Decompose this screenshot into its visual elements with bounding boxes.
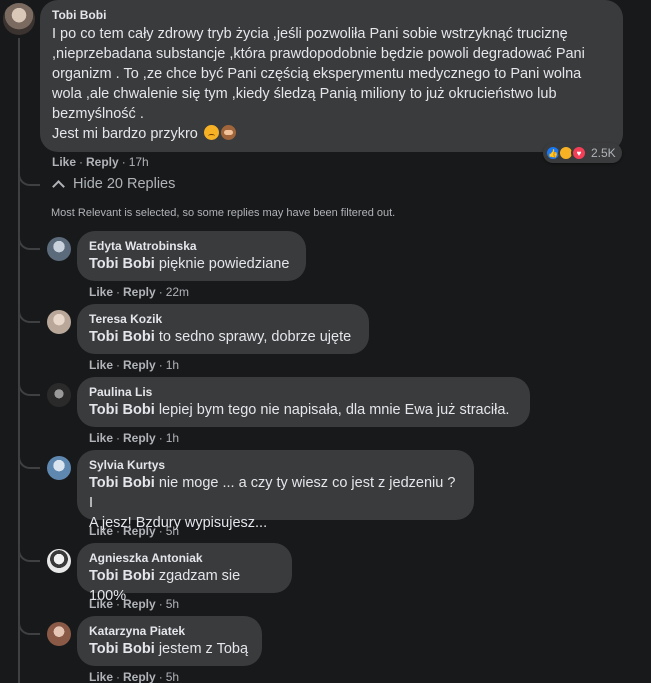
avatar[interactable]	[47, 237, 71, 261]
chevron-up-icon	[52, 180, 65, 193]
reply-actions: Like · Reply · 5h	[89, 524, 180, 538]
avatar[interactable]	[47, 456, 71, 480]
reply-bubble: Teresa Kozik Tobi Bobi to sedno sprawy, …	[77, 304, 369, 354]
mention-tag[interactable]: Tobi Bobi	[89, 475, 155, 491]
reply-link[interactable]: Reply	[123, 431, 156, 445]
reply-actions: Like · Reply · 1h	[89, 431, 180, 445]
like-link[interactable]: Like	[89, 358, 113, 372]
reply-author[interactable]: Paulina Lis	[89, 384, 518, 400]
timestamp[interactable]: 1h	[166, 431, 179, 445]
see-no-evil-monkey-emoji-icon	[220, 125, 236, 140]
filter-notice: Most Relevant is selected, so some repli…	[51, 207, 396, 219]
mention-tag[interactable]: Tobi Bobi	[89, 256, 155, 272]
reply-bubble: Paulina Lis Tobi Bobi lepiej bym tego ni…	[77, 377, 530, 427]
reaction-count: 2.5K	[591, 146, 616, 160]
reply-author[interactable]: Agnieszka Antoniak	[89, 550, 280, 566]
mention-tag[interactable]: Tobi Bobi	[89, 402, 155, 418]
reply-author[interactable]: Katarzyna Piatek	[89, 623, 250, 639]
timestamp[interactable]: 5h	[166, 524, 179, 538]
reply-link[interactable]: Reply	[123, 670, 156, 683]
like-link[interactable]: Like	[89, 431, 113, 445]
timestamp[interactable]: 22m	[166, 285, 189, 299]
reply-link[interactable]: Reply	[123, 597, 156, 611]
avatar[interactable]	[47, 549, 71, 573]
thread-curve-5	[18, 548, 40, 562]
thread-curve-3	[18, 382, 40, 396]
reply-actions: Like · Reply · 1h	[89, 358, 180, 372]
reply-bubble: Agnieszka Antoniak Tobi Bobi zgadzam sie…	[77, 543, 292, 604]
reaction-summary[interactable]: 👍 ♥ 2.5K	[543, 143, 622, 163]
like-link[interactable]: Like	[52, 155, 76, 169]
reply-actions: Like · Reply · 22m	[89, 285, 190, 299]
reply-link[interactable]: Reply	[86, 155, 119, 169]
reply-actions: Like · Reply · 5h	[89, 597, 180, 611]
thread-curve-hide	[18, 172, 40, 186]
comment-actions: Like · Reply · 17h	[52, 155, 149, 169]
timestamp[interactable]: 1h	[166, 358, 179, 372]
thread-curve-4	[18, 455, 40, 469]
avatar[interactable]	[47, 383, 71, 407]
avatar[interactable]	[3, 3, 35, 35]
thread-line-main	[18, 38, 20, 683]
thread-curve-1	[18, 236, 40, 250]
main-comment-bubble: Tobi Bobi I po co tem cały zdrowy tryb ż…	[40, 0, 623, 152]
mention-tag[interactable]: Tobi Bobi	[89, 641, 155, 657]
like-link[interactable]: Like	[89, 597, 113, 611]
like-link[interactable]: Like	[89, 670, 113, 683]
like-link[interactable]: Like	[89, 285, 113, 299]
timestamp[interactable]: 5h	[166, 597, 179, 611]
avatar[interactable]	[47, 622, 71, 646]
thread-curve-2	[18, 309, 40, 323]
thread-curve-6	[18, 621, 40, 635]
reply-link[interactable]: Reply	[123, 358, 156, 372]
mention-tag[interactable]: Tobi Bobi	[89, 329, 155, 345]
like-link[interactable]: Like	[89, 524, 113, 538]
comment-author[interactable]: Tobi Bobi	[52, 7, 611, 23]
sad-face-emoji-icon	[203, 125, 219, 140]
reply-link[interactable]: Reply	[123, 285, 156, 299]
reply-link[interactable]: Reply	[123, 524, 156, 538]
timestamp[interactable]: 5h	[166, 670, 179, 683]
reply-author[interactable]: Teresa Kozik	[89, 311, 357, 327]
reply-actions: Like · Reply · 5h	[89, 670, 180, 683]
reply-bubble: Edyta Watrobinska Tobi Bobi pięknie powi…	[77, 231, 306, 281]
reply-bubble: Sylvia Kurtys Tobi Bobi nie moge ... a c…	[77, 450, 474, 531]
hide-replies-button[interactable]: Hide 20 Replies	[52, 176, 175, 193]
comment-text: I po co tem cały zdrowy tryb życia ,jeśl…	[52, 26, 585, 142]
timestamp[interactable]: 17h	[129, 155, 149, 169]
reply-author[interactable]: Sylvia Kurtys	[89, 457, 462, 473]
reply-author[interactable]: Edyta Watrobinska	[89, 238, 294, 254]
avatar[interactable]	[47, 310, 71, 334]
love-reaction-icon: ♥	[571, 145, 587, 161]
reply-bubble: Katarzyna Piatek Tobi Bobi jestem z Tobą	[77, 616, 262, 666]
mention-tag[interactable]: Tobi Bobi	[89, 568, 155, 584]
